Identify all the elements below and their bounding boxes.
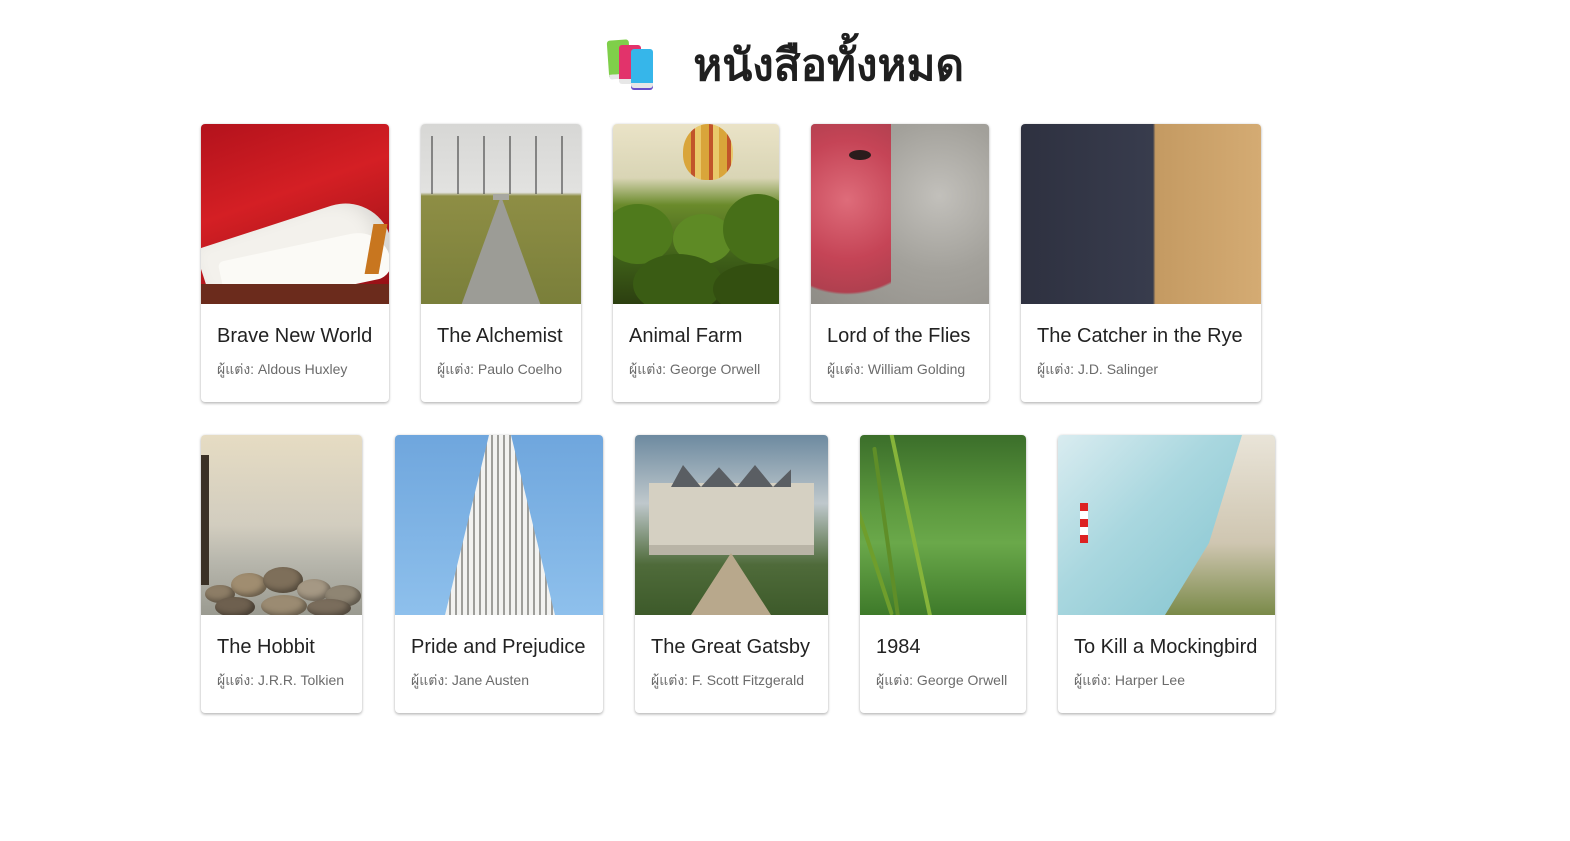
- book-title: Lord of the Flies: [827, 325, 971, 347]
- book-title: The Catcher in the Rye: [1037, 325, 1243, 347]
- book-card-animal-farm[interactable]: Animal Farm ผู้แต่ง: George Orwell: [613, 124, 779, 402]
- book-cover-image: [1021, 124, 1261, 304]
- book-cover-image: [635, 435, 828, 615]
- book-author: ผู้แต่ง: George Orwell: [876, 672, 1008, 688]
- book-card-the-hobbit[interactable]: The Hobbit ผู้แต่ง: J.R.R. Tolkien: [201, 435, 362, 713]
- book-cover-image: [811, 124, 989, 304]
- book-author: ผู้แต่ง: Harper Lee: [1074, 672, 1185, 688]
- book-card-the-catcher-in-the-rye[interactable]: The Catcher in the Rye ผู้แต่ง: J.D. Sal…: [1021, 124, 1261, 402]
- book-author: ผู้แต่ง: Aldous Huxley: [217, 361, 348, 377]
- book-title: The Hobbit: [217, 636, 315, 658]
- page-title: หนังสือทั้งหมด: [693, 40, 965, 91]
- book-card-brave-new-world[interactable]: Brave New World ผู้แต่ง: Aldous Huxley: [201, 124, 389, 402]
- books-icon: [606, 36, 658, 88]
- book-card-the-great-gatsby[interactable]: The Great Gatsby ผู้แต่ง: F. Scott Fitzg…: [635, 435, 828, 713]
- book-cover-image: [201, 124, 389, 304]
- book-title: Pride and Prejudice: [411, 636, 586, 658]
- book-author: ผู้แต่ง: William Golding: [827, 361, 966, 377]
- book-cover-image: [860, 435, 1026, 615]
- book-author: ผู้แต่ง: J.R.R. Tolkien: [217, 672, 345, 688]
- book-cover-image: [1058, 435, 1275, 615]
- book-card-to-kill-a-mockingbird[interactable]: To Kill a Mockingbird ผู้แต่ง: Harper Le…: [1058, 435, 1275, 713]
- book-cover-image: [201, 435, 362, 615]
- book-title: Animal Farm: [629, 325, 743, 347]
- book-title: To Kill a Mockingbird: [1074, 636, 1258, 658]
- book-author: ผู้แต่ง: F. Scott Fitzgerald: [651, 672, 804, 688]
- book-title: Brave New World: [217, 325, 373, 347]
- book-card-lord-of-the-flies[interactable]: Lord of the Flies ผู้แต่ง: William Goldi…: [811, 124, 989, 402]
- book-cover-image: [613, 124, 779, 304]
- book-title: The Great Gatsby: [651, 636, 810, 658]
- book-author: ผู้แต่ง: George Orwell: [629, 361, 761, 377]
- book-cover-image: [395, 435, 603, 615]
- book-author: ผู้แต่ง: Paulo Coelho: [437, 361, 562, 377]
- book-cover-image: [421, 124, 581, 304]
- book-author: ผู้แต่ง: Jane Austen: [411, 672, 529, 688]
- book-card-1984[interactable]: 1984 ผู้แต่ง: George Orwell: [860, 435, 1026, 713]
- book-author: ผู้แต่ง: J.D. Salinger: [1037, 361, 1159, 377]
- page-heading: หนังสือทั้งหมด: [0, 32, 1570, 98]
- book-card-the-alchemist[interactable]: The Alchemist ผู้แต่ง: Paulo Coelho: [421, 124, 581, 402]
- books-page: หนังสือทั้งหมด Brave New World ผู้แต่ง: …: [0, 0, 1570, 841]
- book-title: The Alchemist: [437, 325, 563, 347]
- book-card-pride-and-prejudice[interactable]: Pride and Prejudice ผู้แต่ง: Jane Austen: [395, 435, 603, 713]
- book-title: 1984: [876, 636, 921, 658]
